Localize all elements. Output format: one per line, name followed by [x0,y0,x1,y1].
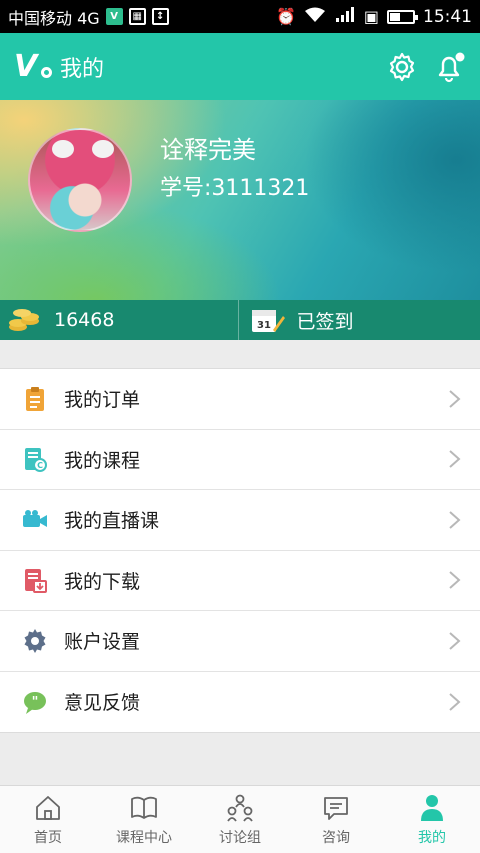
menu-item-courses[interactable]: C 我的课程 [0,430,480,490]
wifi-icon [304,7,326,27]
bottom-tab-bar: 首页 课程中心 讨论组 咨询 我的 [0,785,480,853]
tab-home[interactable]: 首页 [0,786,96,853]
carrier-label: 中国移动 4G [8,8,100,28]
coins-value: 16468 [54,309,115,331]
menu-item-feedback[interactable]: " 意见反馈 [0,672,480,733]
open-book-icon [131,796,157,819]
download-doc-icon [25,569,47,594]
course-book-icon: C [25,448,47,473]
menu-item-live-courses[interactable]: 我的直播课 [0,490,480,551]
menu-list: 我的订单 C 我的课程 我的直播课 我的下载 账户设置 " 意见反馈 [0,368,480,733]
sim-icon: ▣ [363,7,379,26]
logo-letter: V [14,49,38,84]
student-id: 学号:3111321 [160,176,310,201]
chevron-right-icon [449,450,461,468]
tab-label: 讨论组 [219,829,261,846]
tab-label: 我的 [418,829,446,846]
coins-icon [9,309,39,331]
alarm-icon: ⏰ [275,7,296,26]
tab-course-center[interactable]: 课程中心 [96,786,192,853]
profile-banner: 诠释完美 学号:3111321 [0,100,480,300]
menu-item-orders[interactable]: 我的订单 [0,369,480,430]
app-notification-icon: V [105,8,123,25]
chevron-right-icon [449,693,461,711]
clock: 15:41 [423,6,472,27]
menu-item-label: 我的直播课 [64,510,160,533]
tab-consult[interactable]: 咨询 [288,786,384,853]
menu-item-downloads[interactable]: 我的下载 [0,551,480,611]
svg-text:": " [32,695,39,710]
sim-notification-icon: ↕ [151,8,169,25]
username: 诠释完美 [160,136,256,164]
menu-item-label: 账户设置 [64,631,141,654]
chevron-right-icon [449,511,461,529]
tab-label: 咨询 [322,829,350,846]
person-icon [421,794,443,821]
tab-mine[interactable]: 我的 [384,786,480,853]
stats-bar: 16468 31 已签到 [0,300,480,340]
chevron-right-icon [449,390,461,408]
notification-bell-icon[interactable] [434,51,466,83]
battery-icon [387,9,418,24]
svg-text:C: C [37,461,43,470]
feedback-chat-icon: " [24,691,46,714]
calendar-checkin-icon: 31 [251,310,285,332]
avatar[interactable] [28,128,132,232]
checkin-stat[interactable]: 31 已签到 [237,300,480,340]
menu-item-label: 我的订单 [64,389,141,412]
chevron-right-icon [449,632,461,650]
gear-icon [24,628,46,653]
menu-item-label: 我的下载 [64,570,141,593]
tab-label: 课程中心 [116,829,172,846]
home-icon [36,795,60,820]
menu-item-label: 意见反馈 [64,692,141,715]
app-header: V 我的 [0,33,480,100]
menu-item-label: 我的课程 [64,449,141,472]
status-bar: 中国移动 4G V ▦ ↕ ⏰ ▣ 15:41 [0,0,480,33]
app-logo: V [14,49,52,84]
settings-gear-icon[interactable] [386,51,418,83]
signal-icon [334,6,356,27]
clipboard-icon [26,386,44,411]
tab-label: 首页 [34,829,62,846]
image-notification-icon: ▦ [128,8,146,25]
svg-text:31: 31 [257,320,271,331]
checkin-status: 已签到 [296,310,354,333]
page-title: 我的 [60,56,105,82]
chevron-right-icon [449,571,461,589]
menu-item-account-settings[interactable]: 账户设置 [0,611,480,672]
message-icon [324,796,348,820]
tab-discussion-group[interactable]: 讨论组 [192,786,288,853]
coins-stat[interactable]: 16468 [0,300,238,340]
video-camera-icon [23,509,47,527]
group-icon [227,794,253,822]
